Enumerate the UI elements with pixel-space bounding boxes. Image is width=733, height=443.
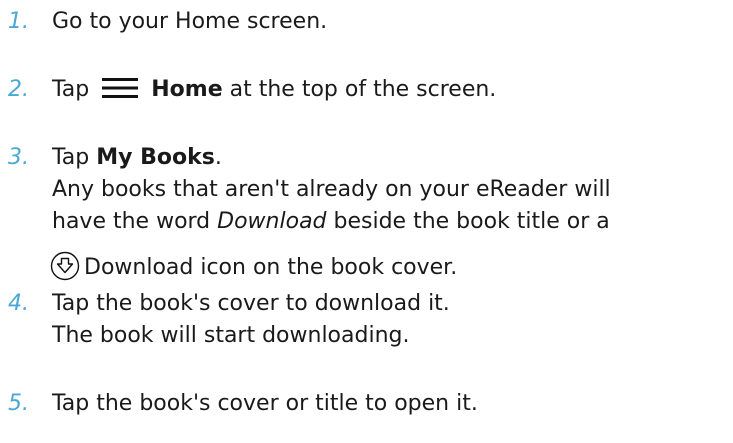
step-text-before: Tap: [52, 145, 90, 170]
download-icon: [50, 251, 80, 281]
step-bold-label: Home: [151, 77, 223, 102]
step-text: Tap Home at the top of the screen.: [52, 74, 496, 106]
step-number: 4.: [8, 291, 29, 316]
step-text: Go to your Home screen.: [52, 9, 328, 34]
step-text-after: at the top of the screen.: [229, 77, 497, 102]
step-bold-label: My Books: [96, 145, 215, 170]
step-detail-text: have the word: [52, 209, 211, 234]
step-detail-text: beside the book title or a: [333, 209, 610, 234]
step-text: Tap the book's cover or title to open it…: [52, 391, 478, 416]
step-detail-text: Download icon on the book cover.: [84, 255, 458, 280]
step-detail-line: Download icon on the book cover.: [50, 251, 457, 285]
step-detail-line: have the word Download beside the book t…: [52, 206, 610, 238]
step-number: 1.: [8, 9, 29, 34]
step-text-after: .: [214, 145, 222, 170]
download-word: Download: [217, 209, 327, 234]
step-number: 3.: [8, 145, 29, 170]
step-detail-line: Any books that aren't already on your eR…: [52, 177, 611, 202]
step-text: Tap the book's cover to download it.: [52, 291, 450, 316]
instruction-steps: 1. Go to your Home screen. 2. Tap Home a…: [0, 0, 733, 443]
step-number: 2.: [8, 77, 29, 102]
step-detail-line: The book will start downloading.: [52, 323, 410, 348]
step-text: Tap My Books.: [52, 142, 222, 174]
step-number: 5.: [8, 391, 29, 416]
step-text-before: Tap: [52, 77, 90, 102]
menu-icon: [102, 78, 139, 98]
